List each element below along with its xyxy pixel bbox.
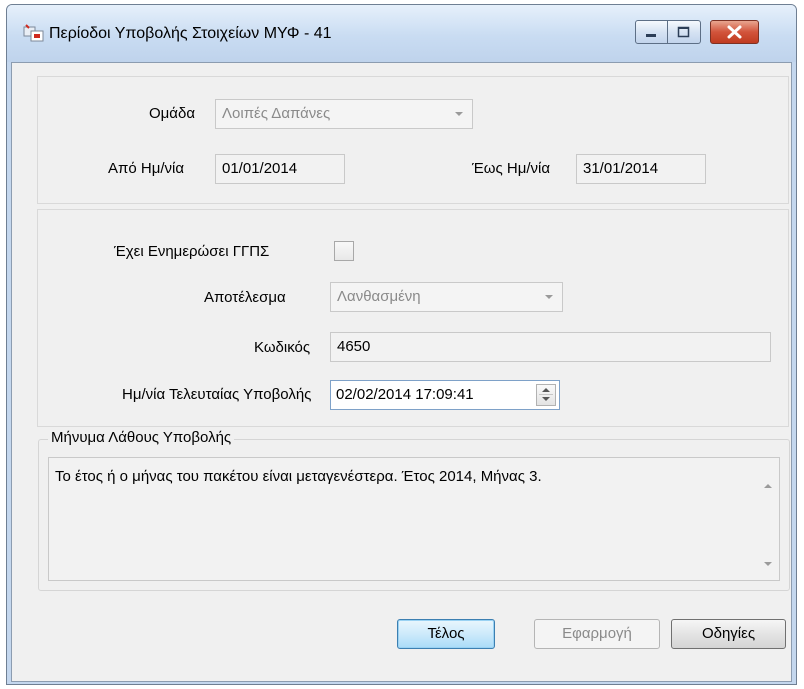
maximize-button[interactable] [668,20,701,44]
result-combo-value: Λανθασμένη [337,288,421,305]
title-bar[interactable]: Περίοδοι Υποβολής Στοιχείων ΜΥΦ - 41 [7,5,796,62]
help-button[interactable]: Οδηγίες [671,619,786,649]
to-date-label: Έως Ημ/νία [472,160,551,177]
code-label: Κωδικός [254,339,311,356]
period-panel: Ομάδα Λοιπές Δαπάνες Από Ημ/νία 01/01/20… [37,76,789,204]
spin-up-icon [542,388,550,392]
dialog-window: Περίοδοι Υποβολής Στοιχείων ΜΥΦ - 41 Ομά… [6,4,797,685]
group-label: Ομάδα [149,105,196,122]
group-combo-value: Λοιπές Δαπάνες [222,105,331,122]
group-combo[interactable]: Λοιπές Δαπάνες [215,99,473,129]
from-date-label: Από Ημ/νία [108,160,185,177]
submission-panel: Έχει Ενημερώσει ΓΓΠΣ Αποτέλεσμα Λανθασμέ… [37,209,789,427]
chevron-down-icon [455,112,463,116]
error-legend: Μήνυμα Λάθους Υποβολής [48,429,235,446]
last-submission-date-spinner[interactable]: 02/02/2014 17:09:41 [330,380,560,410]
dialog-client-area: Ομάδα Λοιπές Δαπάνες Από Ημ/νία 01/01/20… [11,62,792,682]
app-icon [23,24,44,42]
error-message-text: Το έτος ή ο μήνας του πακέτου είναι μετα… [55,468,542,485]
from-date-field[interactable]: 01/01/2014 [215,154,345,184]
vertical-scrollbar[interactable] [757,458,779,580]
updated-gsis-checkbox[interactable] [334,241,354,261]
apply-button[interactable]: Εφαρμογή [534,619,660,649]
finish-button[interactable]: Τέλος [397,619,495,649]
scroll-down-icon[interactable] [764,562,772,566]
last-submission-date-label: Ημ/νία Τελευταίας Υποβολής [122,386,312,403]
spin-button[interactable] [536,384,556,406]
minimize-button[interactable] [635,20,668,44]
close-button[interactable] [710,20,759,44]
to-date-field[interactable]: 31/01/2014 [576,154,706,184]
spin-down-icon [542,397,550,401]
last-submission-date-value: 02/02/2014 17:09:41 [336,386,474,403]
window-title: Περίοδοι Υποβολής Στοιχείων ΜΥΦ - 41 [49,25,332,42]
scroll-up-icon[interactable] [764,484,772,488]
close-icon [727,25,742,39]
chevron-down-icon [545,295,553,299]
minimize-icon [646,34,656,37]
result-label: Αποτέλεσμα [204,289,286,306]
updated-gsis-label: Έχει Ενημερώσει ΓΓΠΣ [114,243,270,260]
result-combo[interactable]: Λανθασμένη [330,282,563,312]
maximize-icon [677,26,690,38]
code-field[interactable]: 4650 [330,332,771,362]
error-message-box[interactable]: Το έτος ή ο μήνας του πακέτου είναι μετα… [48,457,780,581]
